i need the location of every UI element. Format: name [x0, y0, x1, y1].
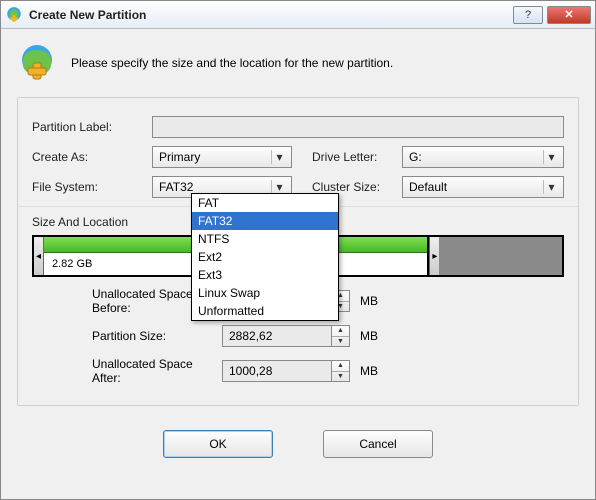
- fs-option[interactable]: Ext3: [192, 266, 338, 284]
- fs-option[interactable]: NTFS: [192, 230, 338, 248]
- spinner-down-icon[interactable]: ▼: [332, 372, 349, 382]
- partition-label-label: Partition Label:: [32, 120, 152, 134]
- file-system-label: File System:: [32, 180, 152, 194]
- close-button[interactable]: ✕: [547, 6, 591, 24]
- ok-button[interactable]: OK: [163, 430, 273, 458]
- resize-handle-right[interactable]: ▸: [429, 237, 439, 275]
- spinner-down-icon[interactable]: ▼: [332, 337, 349, 347]
- partition-size-spinner[interactable]: 2882,62 ▲▼: [222, 325, 350, 347]
- cluster-size-combo[interactable]: Default ▾: [402, 176, 564, 198]
- unit-label: MB: [360, 294, 378, 308]
- unallocated-segment: [439, 237, 562, 275]
- titlebar: Create New Partition ? ✕: [1, 1, 595, 29]
- fs-option[interactable]: Linux Swap: [192, 284, 338, 302]
- unit-label: MB: [360, 329, 378, 343]
- partition-size-label: Partition Size:: [32, 329, 222, 343]
- chevron-down-icon: ▾: [543, 150, 559, 164]
- cluster-size-label: Cluster Size:: [312, 180, 402, 194]
- chevron-down-icon: ▾: [543, 180, 559, 194]
- fs-option[interactable]: FAT32: [192, 212, 338, 230]
- dialog-window: Create New Partition ? ✕ Please specify …: [0, 0, 596, 500]
- app-icon: [5, 6, 23, 24]
- space-after-label: Unallocated Space After:: [32, 357, 222, 385]
- fs-option[interactable]: Unformatted: [192, 302, 338, 320]
- fs-option[interactable]: Ext2: [192, 248, 338, 266]
- cancel-button[interactable]: Cancel: [323, 430, 433, 458]
- spinner-up-icon[interactable]: ▲: [332, 326, 349, 337]
- chevron-down-icon: ▾: [271, 150, 287, 164]
- window-title: Create New Partition: [29, 8, 509, 22]
- file-system-dropdown[interactable]: FATFAT32NTFSExt2Ext3Linux SwapUnformatte…: [191, 193, 339, 321]
- unit-label: MB: [360, 364, 378, 378]
- help-button[interactable]: ?: [513, 6, 543, 24]
- header-row: Please specify the size and the location…: [17, 37, 579, 97]
- space-after-spinner[interactable]: 1000,28 ▲▼: [222, 360, 350, 382]
- button-row: OK Cancel: [17, 416, 579, 462]
- drive-letter-combo[interactable]: G: ▾: [402, 146, 564, 168]
- fs-option[interactable]: FAT: [192, 194, 338, 212]
- resize-handle-left[interactable]: ◂: [34, 237, 44, 275]
- spinner-up-icon[interactable]: ▲: [332, 361, 349, 372]
- partition-icon: [17, 43, 57, 83]
- intro-text: Please specify the size and the location…: [71, 56, 393, 70]
- partition-label-input[interactable]: [152, 116, 564, 138]
- chevron-down-icon: ▾: [271, 180, 287, 194]
- drive-letter-label: Drive Letter:: [312, 150, 402, 164]
- create-as-label: Create As:: [32, 150, 152, 164]
- create-as-combo[interactable]: Primary ▾: [152, 146, 292, 168]
